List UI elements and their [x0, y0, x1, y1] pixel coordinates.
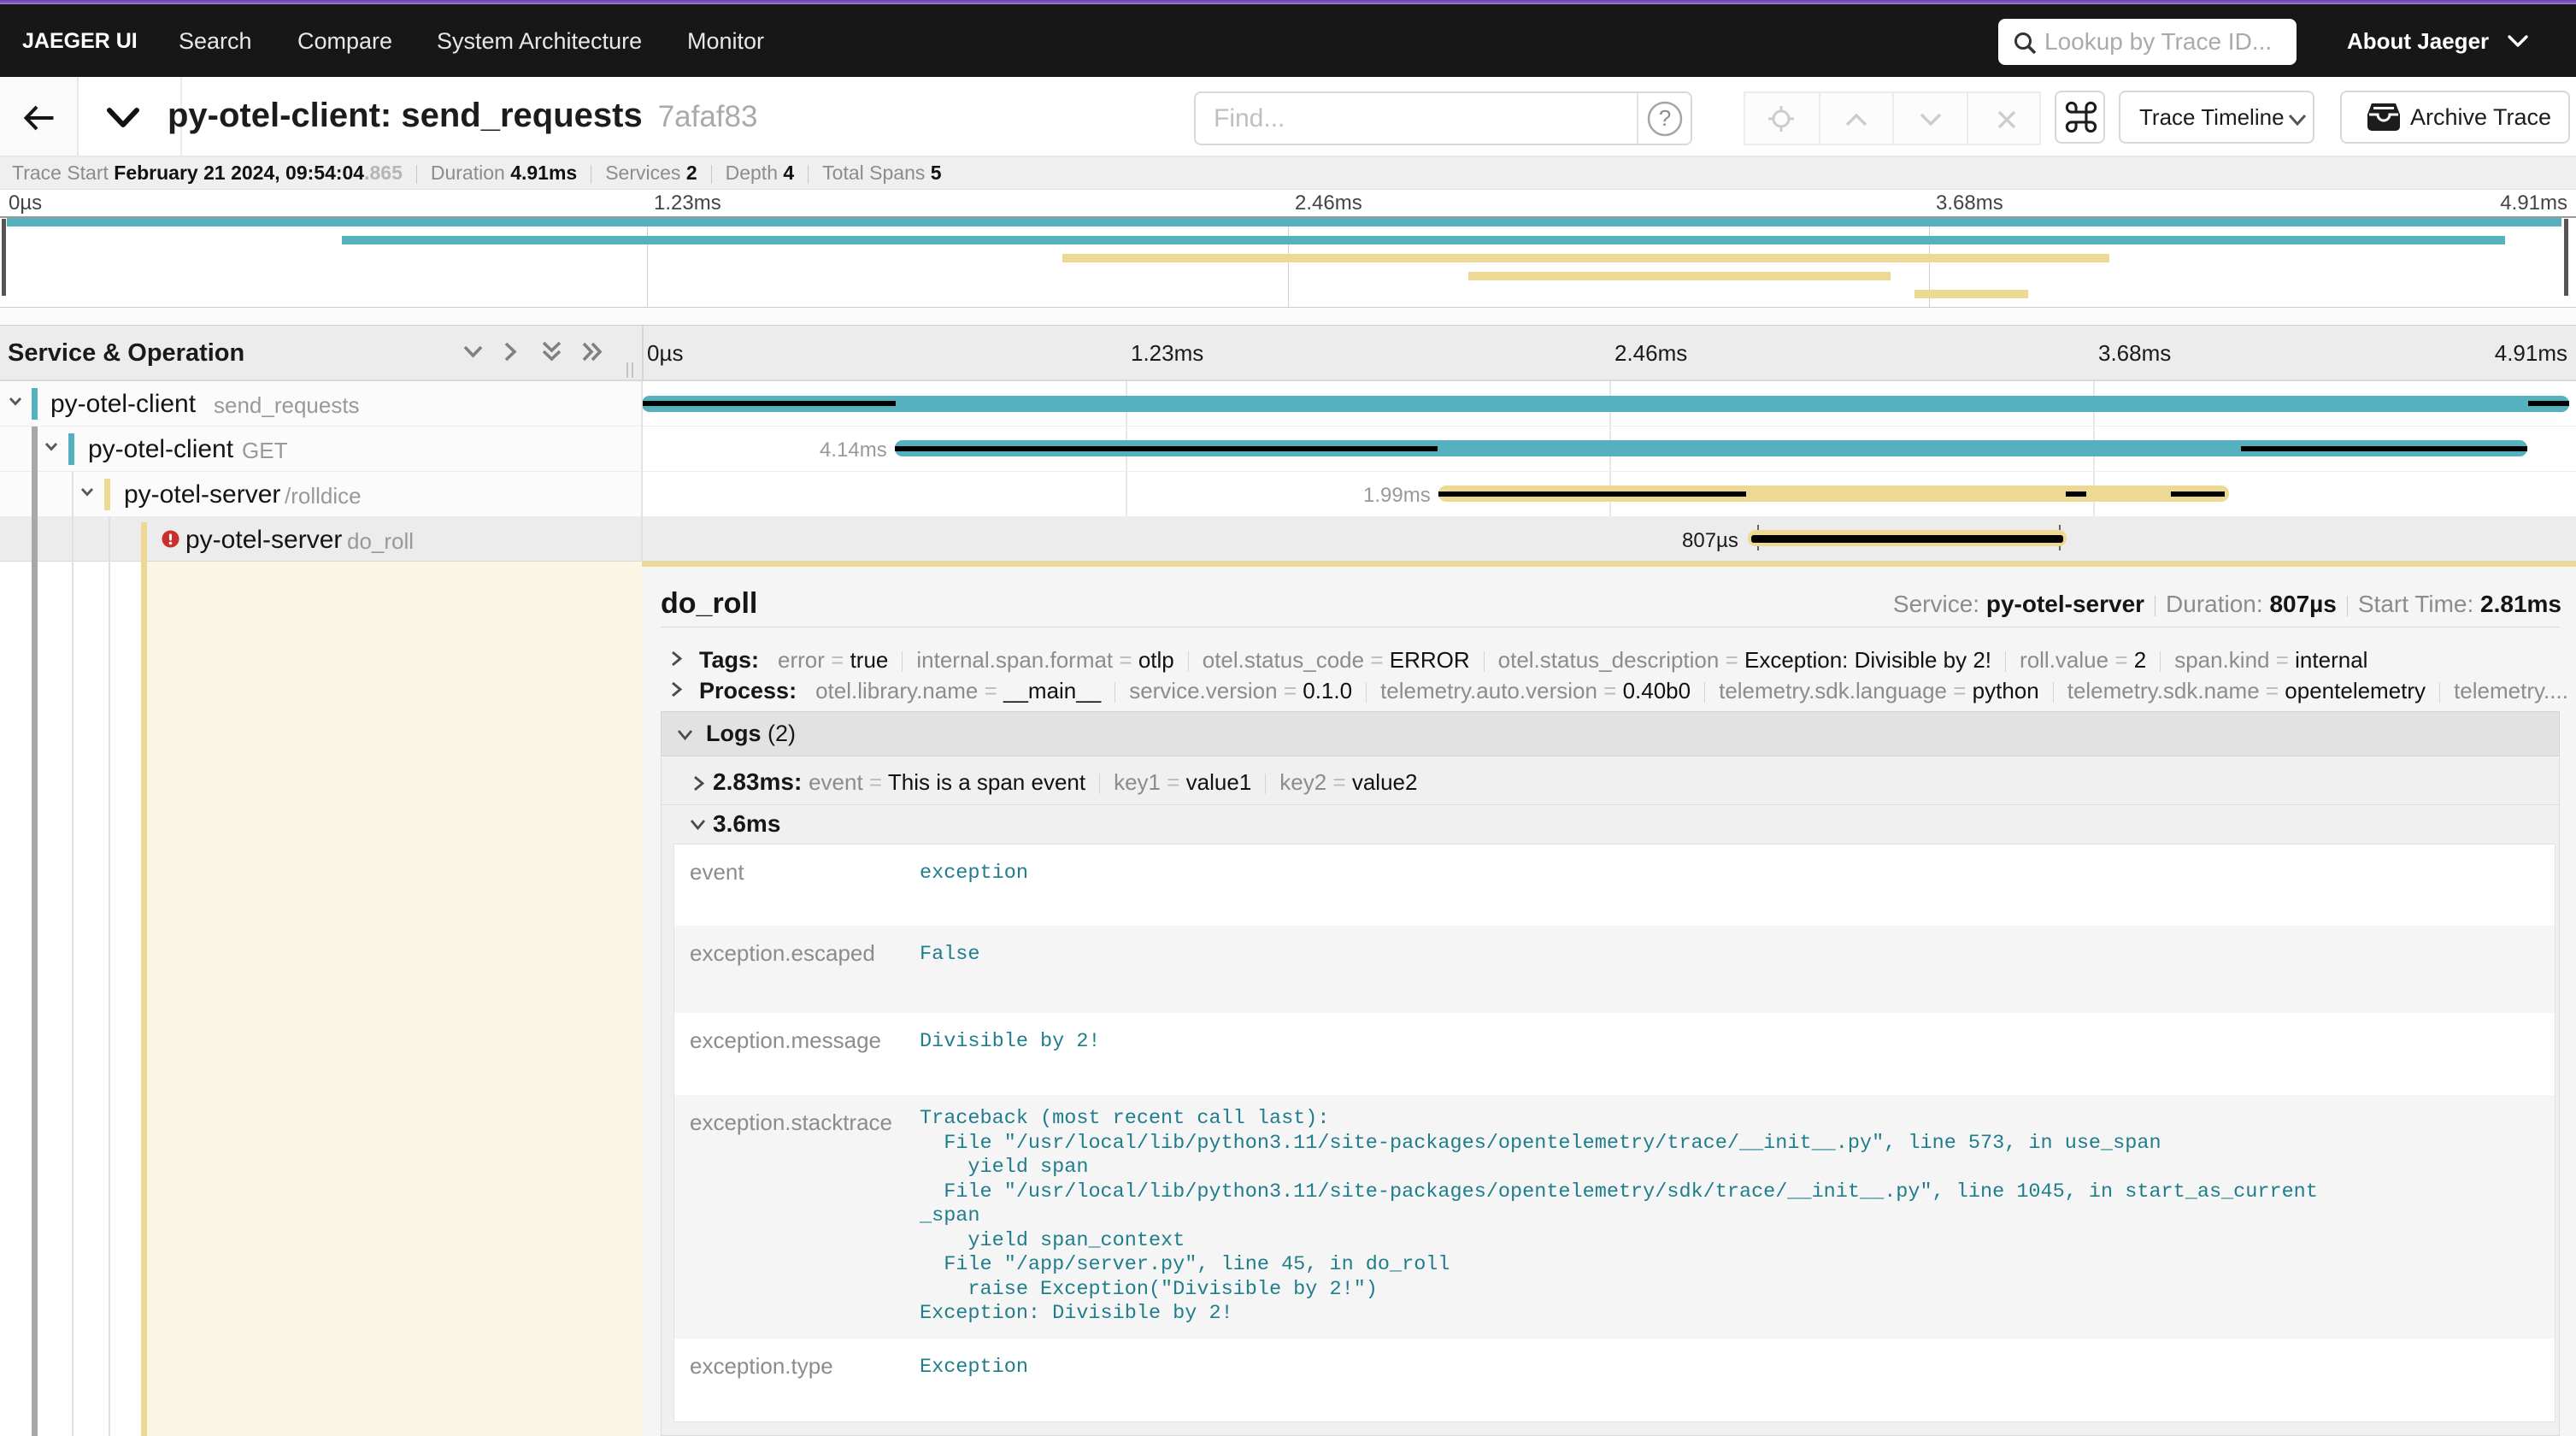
- svg-text:?: ?: [1659, 105, 1671, 131]
